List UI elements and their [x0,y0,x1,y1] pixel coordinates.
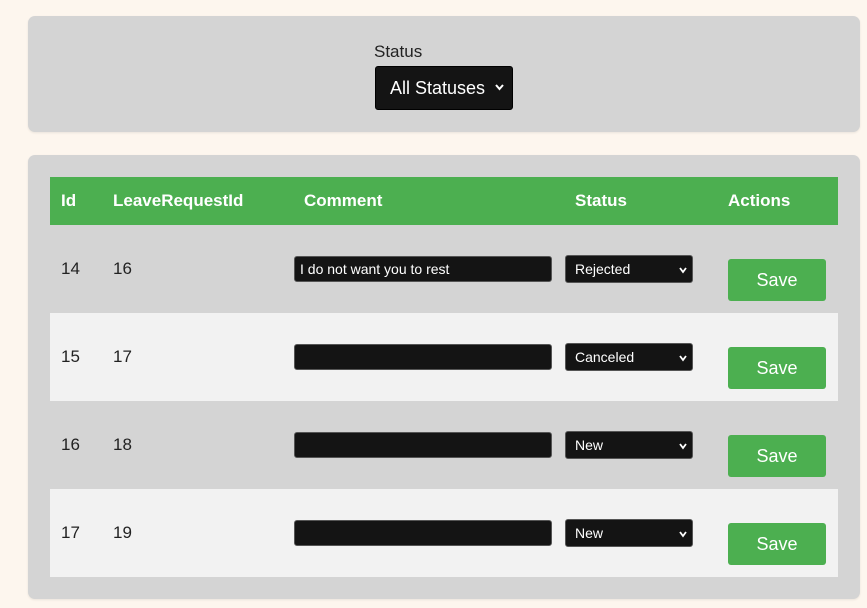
cell-id: 16 [61,435,80,454]
leave-request-comments-table: Id LeaveRequestId Comment Status Actions… [50,177,838,577]
cell-leave-request-id: 17 [113,347,132,366]
table-row: 15 17 Canceled Save [50,313,838,401]
cell-leave-request-id: 16 [113,259,132,278]
comment-input[interactable] [294,432,552,458]
status-filter-select[interactable]: All Statuses [375,66,513,110]
filter-panel: Status All Statuses [28,16,860,132]
cell-id: 14 [61,259,80,278]
status-select-value: Canceled [575,349,635,365]
cell-leave-request-id: 19 [113,523,132,542]
status-filter-value: All Statuses [390,77,486,98]
table-header-row: Id LeaveRequestId Comment Status Actions [50,177,838,225]
chevron-down-icon [679,267,687,274]
column-header-comment: Comment [304,191,383,210]
cell-id: 15 [61,347,80,366]
save-button[interactable]: Save [728,259,826,301]
comment-input[interactable]: I do not want you to rest [294,256,552,282]
chevron-down-icon [679,443,687,450]
column-header-status: Status [575,191,627,210]
status-select-value: Rejected [575,261,631,277]
table-row: 14 16 I do not want you to rest Rejected… [50,225,838,313]
status-select-value: New [575,525,604,541]
table-panel: Id LeaveRequestId Comment Status Actions… [28,155,860,599]
chevron-down-icon [679,355,687,362]
status-select[interactable]: Rejected [565,255,693,283]
status-select[interactable]: Canceled [565,343,693,371]
save-button[interactable]: Save [728,523,826,565]
status-select[interactable]: New [565,519,693,547]
cell-id: 17 [61,523,80,542]
column-header-leave-request-id: LeaveRequestId [113,191,244,210]
status-select-value: New [575,437,604,453]
status-filter-label: Status [374,42,423,61]
save-button[interactable]: Save [728,435,826,477]
column-header-id: Id [61,191,77,210]
chevron-down-icon [679,531,687,538]
table-row: 16 18 New Save [50,401,838,489]
comment-input[interactable] [294,344,552,370]
chevron-down-icon [495,84,504,91]
column-header-actions: Actions [728,191,791,210]
status-select[interactable]: New [565,431,693,459]
comment-input[interactable] [294,520,552,546]
cell-leave-request-id: 18 [113,435,132,454]
save-button[interactable]: Save [728,347,826,389]
table-row: 17 19 New Save [50,489,838,577]
